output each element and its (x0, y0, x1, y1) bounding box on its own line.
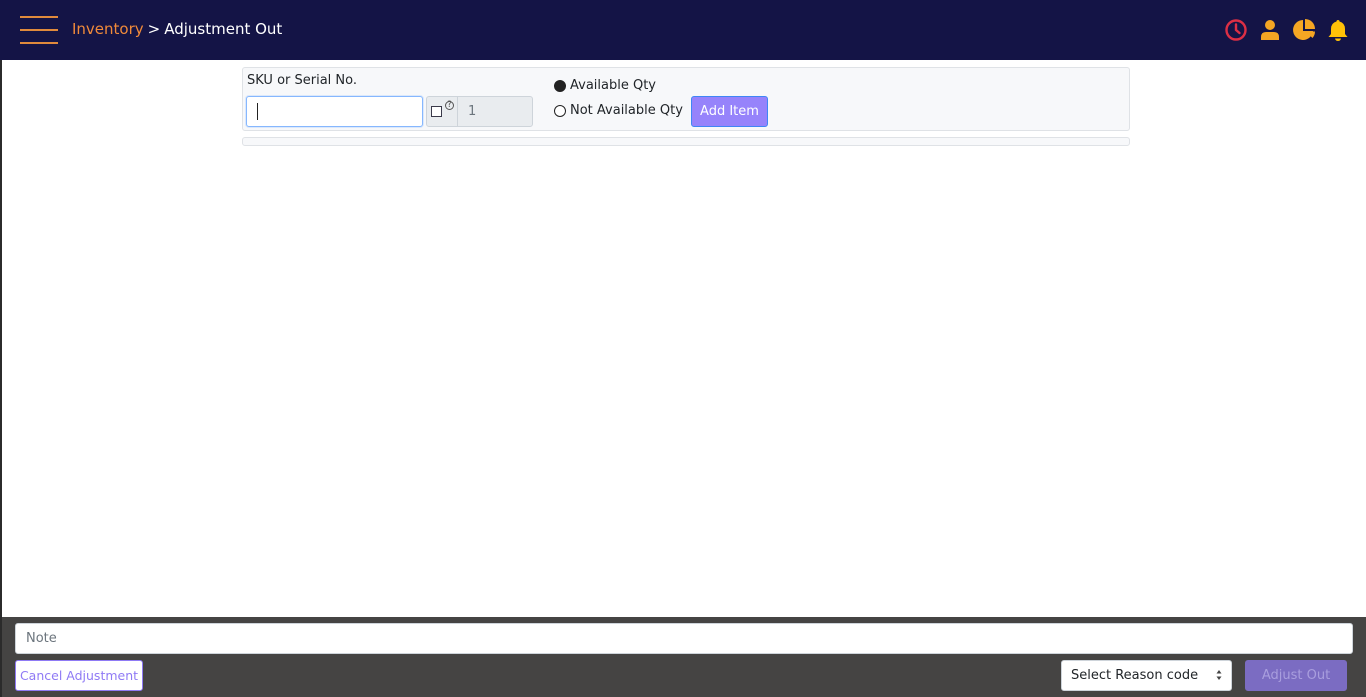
top-navbar: Inventory > Adjustment Out (0, 0, 1366, 60)
quantity-input-group: ? 1 (426, 96, 533, 127)
radio-button-unchecked[interactable] (554, 104, 566, 117)
add-item-button[interactable]: Add Item (691, 96, 768, 127)
quantity-addon: ? (427, 97, 458, 126)
help-icon[interactable]: ? (445, 101, 454, 110)
breadcrumb-separator: > (147, 20, 161, 38)
items-list-panel (242, 137, 1130, 146)
user-icon[interactable] (1258, 18, 1282, 42)
footer-bar: Cancel Adjustment Select Reason code Adj… (2, 617, 1366, 697)
text-cursor (257, 103, 258, 120)
quantity-field[interactable]: 1 (458, 97, 532, 126)
radio-label: Not Available Qty (570, 103, 683, 118)
reason-code-value: Select Reason code (1071, 668, 1199, 683)
breadcrumb: Inventory > Adjustment Out (72, 20, 282, 38)
history-clock-icon[interactable] (1224, 18, 1248, 42)
header-actions (1224, 18, 1350, 42)
quantity-checkbox[interactable] (431, 106, 442, 117)
item-entry-panel: SKU or Serial No. ? 1 Available Qty Not … (242, 67, 1130, 131)
reason-code-select[interactable]: Select Reason code (1061, 660, 1232, 691)
bell-icon[interactable] (1326, 18, 1350, 42)
sku-label: SKU or Serial No. (247, 73, 358, 88)
radio-not-available-qty[interactable]: Not Available Qty (554, 103, 683, 118)
radio-label: Available Qty (570, 78, 656, 93)
left-edge-strip (0, 60, 2, 697)
note-input[interactable] (15, 623, 1353, 654)
sku-input[interactable] (246, 96, 423, 127)
select-arrows-icon (1216, 670, 1222, 680)
breadcrumb-inventory-link[interactable]: Inventory (72, 20, 144, 38)
radio-available-qty[interactable]: Available Qty (554, 78, 656, 93)
pie-chart-icon[interactable] (1292, 18, 1316, 42)
hamburger-menu-icon[interactable] (20, 16, 58, 44)
cancel-adjustment-button[interactable]: Cancel Adjustment (15, 660, 143, 691)
adjust-out-button[interactable]: Adjust Out (1245, 660, 1347, 691)
radio-button-checked[interactable] (554, 79, 566, 92)
page-title: Adjustment Out (164, 20, 283, 38)
